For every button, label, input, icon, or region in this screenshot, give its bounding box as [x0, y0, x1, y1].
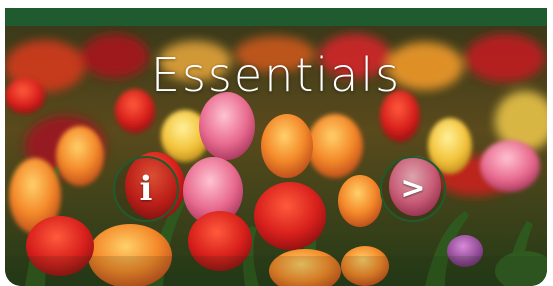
- info-icon: i: [139, 169, 153, 209]
- card-header-bar: [5, 8, 547, 26]
- essentials-card: Essentials i >: [5, 8, 547, 286]
- card-title: Essentials: [150, 48, 402, 102]
- chevron-right-icon: >: [400, 171, 426, 206]
- info-button[interactable]: i: [113, 156, 179, 222]
- next-button[interactable]: >: [380, 156, 446, 222]
